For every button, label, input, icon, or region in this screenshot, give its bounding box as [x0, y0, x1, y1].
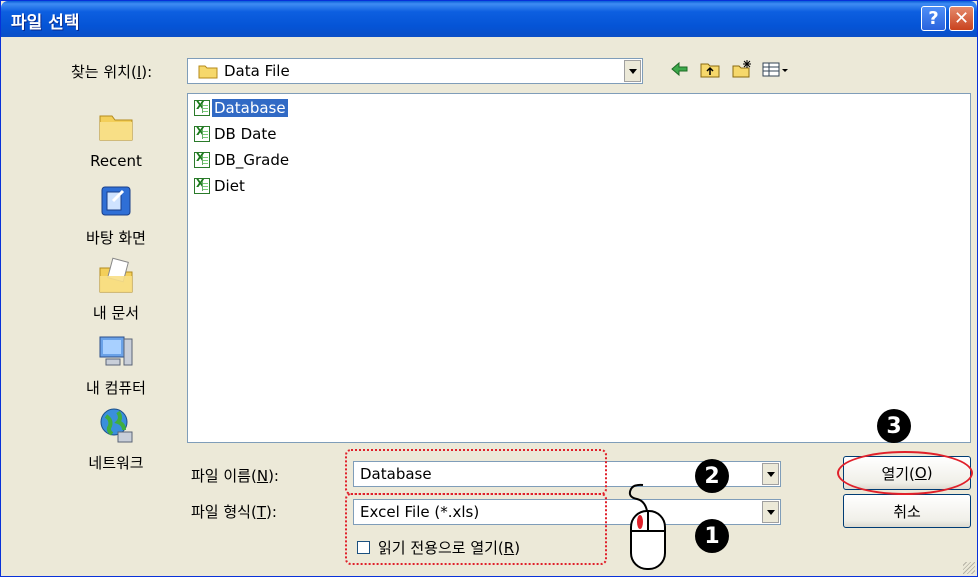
- my-computer-icon: [99, 336, 133, 366]
- lookin-label: 찾는 위치(I):: [71, 63, 153, 81]
- mouse-click-icon: [628, 483, 666, 570]
- filetype-dropdown-arrow[interactable]: [762, 501, 779, 523]
- help-button[interactable]: ?: [921, 6, 946, 31]
- lookin-dropdown-arrow[interactable]: [624, 60, 641, 82]
- new-folder-icon[interactable]: [731, 59, 753, 79]
- lookin-dropdown[interactable]: Data File: [187, 58, 643, 84]
- back-arrow-icon[interactable]: [669, 59, 691, 79]
- title-bar[interactable]: 파일 선택 ? ✕: [1, 1, 977, 37]
- step-marker-3: 3: [877, 409, 911, 443]
- network-icon: [100, 408, 133, 443]
- places-bar: Recent 바탕 화면 내 문서 내 컴퓨터 네트워크: [61, 96, 171, 481]
- cancel-button[interactable]: 취소: [843, 494, 971, 528]
- dialog-title: 파일 선택: [11, 13, 80, 33]
- place-my-documents[interactable]: 내 문서: [61, 256, 171, 323]
- filetype-highlight-box: [345, 493, 607, 565]
- filetype-label: 파일 형식(T):: [191, 503, 277, 521]
- filename-label: 파일 이름(N):: [191, 467, 279, 485]
- file-item-database[interactable]: Database: [194, 97, 288, 119]
- lookin-value: Data File: [224, 62, 290, 80]
- open-button-highlight: [837, 451, 973, 495]
- file-item-db-grade[interactable]: DB_Grade: [194, 149, 291, 171]
- file-open-dialog: 파일 선택 ? ✕ 찾는 위치(I): Data File Recent 바탕 …: [0, 0, 978, 577]
- excel-file-icon: [194, 177, 210, 194]
- place-desktop[interactable]: 바탕 화면: [61, 181, 171, 248]
- excel-file-icon: [194, 151, 210, 168]
- file-list[interactable]: Database DB Date DB_Grade Diet: [187, 93, 971, 443]
- up-folder-icon[interactable]: [699, 59, 721, 79]
- place-recent[interactable]: Recent: [61, 106, 171, 170]
- close-button[interactable]: ✕: [949, 6, 974, 31]
- step-marker-1: 1: [695, 519, 729, 553]
- folder-icon: [198, 65, 218, 79]
- excel-file-icon: [194, 125, 210, 142]
- step-marker-2: 2: [695, 459, 729, 493]
- view-menu-icon[interactable]: [761, 59, 791, 79]
- place-network[interactable]: 네트워크: [61, 406, 171, 473]
- recent-folder-icon: [99, 115, 133, 141]
- resize-grip[interactable]: [963, 562, 975, 574]
- file-item-diet[interactable]: Diet: [194, 175, 247, 197]
- my-documents-icon: [99, 257, 133, 293]
- excel-file-icon: [194, 99, 210, 116]
- filename-highlight-box: [345, 449, 607, 495]
- desktop-icon: [101, 186, 131, 216]
- file-item-db-date[interactable]: DB Date: [194, 123, 278, 145]
- place-my-computer[interactable]: 내 컴퓨터: [61, 331, 171, 398]
- filename-dropdown-arrow[interactable]: [762, 463, 779, 485]
